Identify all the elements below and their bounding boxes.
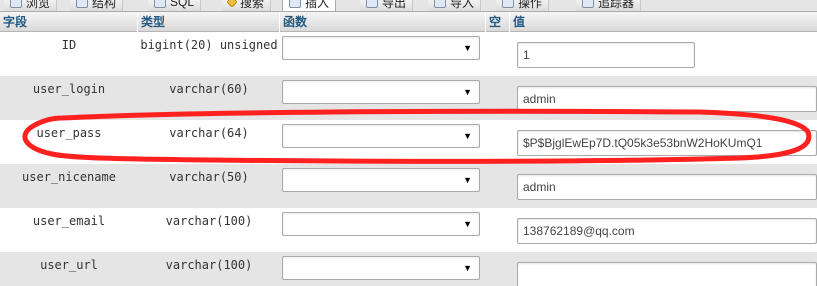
- table-header: 字段 类型 函数 空 值: [0, 12, 817, 32]
- value-input[interactable]: $P$BjglEwEp7D.tQ05k3e53bnW2HoKUmQ1: [517, 130, 817, 156]
- dropdown-arrow-icon: ▼: [463, 219, 472, 229]
- table-row: user_nicename varchar(50) ▼ admin: [0, 164, 817, 208]
- field-type: varchar(100): [165, 258, 253, 272]
- function-select[interactable]: ▼: [282, 36, 480, 60]
- tab-operations-label: 操作: [518, 0, 543, 10]
- dropdown-arrow-icon: ▼: [463, 43, 472, 53]
- tab-browse-label: 浏览: [26, 0, 51, 10]
- function-select[interactable]: ▼: [282, 124, 480, 148]
- header-null: 空: [486, 12, 510, 32]
- value-input[interactable]: 1: [517, 42, 695, 68]
- value-input[interactable]: admin: [517, 174, 817, 200]
- tab-import[interactable]: 导入: [428, 0, 482, 11]
- field-type: bigint(20) unsigned: [140, 38, 278, 52]
- header-value: 值: [513, 15, 526, 29]
- tracking-icon: [582, 0, 594, 8]
- tab-structure[interactable]: 结构: [70, 0, 124, 11]
- tab-insert[interactable]: 插入: [282, 0, 337, 11]
- field-type: varchar(64): [169, 126, 249, 140]
- table-row: ID bigint(20) unsigned ▼ 1: [0, 32, 817, 76]
- tab-insert-label: 插入: [305, 0, 330, 10]
- field-name: user_email: [32, 214, 106, 228]
- export-icon: [366, 0, 378, 8]
- field-name: user_pass: [36, 126, 102, 140]
- operations-icon: [502, 0, 514, 8]
- tab-sql-label: SQL: [170, 0, 195, 9]
- field-name: ID: [61, 38, 77, 52]
- structure-icon: [76, 0, 88, 8]
- field-type: varchar(50): [169, 170, 249, 184]
- value-input[interactable]: admin: [517, 86, 817, 112]
- import-icon: [434, 0, 446, 8]
- tab-search[interactable]: 搜索: [222, 0, 272, 11]
- tab-browse[interactable]: 浏览: [4, 0, 58, 11]
- search-icon: [226, 0, 238, 8]
- table-row: user_url varchar(100) ▼: [0, 252, 817, 286]
- browse-icon: [10, 0, 22, 8]
- sql-icon: [154, 0, 166, 8]
- tab-tracking[interactable]: 追踪器: [576, 0, 642, 11]
- field-name: user_url: [40, 258, 98, 272]
- table-row: user_pass varchar(64) ▼ $P$BjglEwEp7D.tQ…: [0, 120, 817, 164]
- tab-sql[interactable]: SQL: [148, 0, 202, 11]
- field-type: varchar(60): [169, 82, 249, 96]
- insert-icon: [289, 0, 301, 8]
- tab-tracking-label: 追踪器: [598, 0, 635, 10]
- tab-export-label: 导出: [382, 0, 407, 10]
- dropdown-arrow-icon: ▼: [463, 263, 472, 273]
- dropdown-arrow-icon: ▼: [463, 131, 472, 141]
- dropdown-arrow-icon: ▼: [463, 175, 472, 185]
- tab-bar: 浏览 结构 SQL 搜索 插入 导出 导入 操作 追踪器: [0, 0, 817, 12]
- header-type: 类型: [138, 12, 280, 32]
- tab-operations[interactable]: 操作: [496, 0, 550, 11]
- field-name: user_login: [32, 82, 106, 96]
- field-name: user_nicename: [22, 170, 116, 184]
- tab-export[interactable]: 导出: [360, 0, 414, 11]
- field-type: varchar(100): [165, 214, 253, 228]
- function-select[interactable]: ▼: [282, 80, 480, 104]
- header-field: 字段: [0, 12, 138, 32]
- table-row: user_email varchar(100) ▼ 138762189@qq.c…: [0, 208, 817, 252]
- tab-import-label: 导入: [450, 0, 475, 10]
- function-select[interactable]: ▼: [282, 212, 480, 236]
- dropdown-arrow-icon: ▼: [463, 87, 472, 97]
- function-select[interactable]: ▼: [282, 256, 480, 280]
- value-input[interactable]: 138762189@qq.com: [517, 218, 817, 244]
- function-select[interactable]: ▼: [282, 168, 480, 192]
- value-input[interactable]: [517, 262, 817, 286]
- tab-structure-label: 结构: [92, 0, 117, 10]
- tab-search-label: 搜索: [240, 0, 265, 10]
- table-row: user_login varchar(60) ▼ admin: [0, 76, 817, 120]
- header-function: 函数: [280, 12, 486, 32]
